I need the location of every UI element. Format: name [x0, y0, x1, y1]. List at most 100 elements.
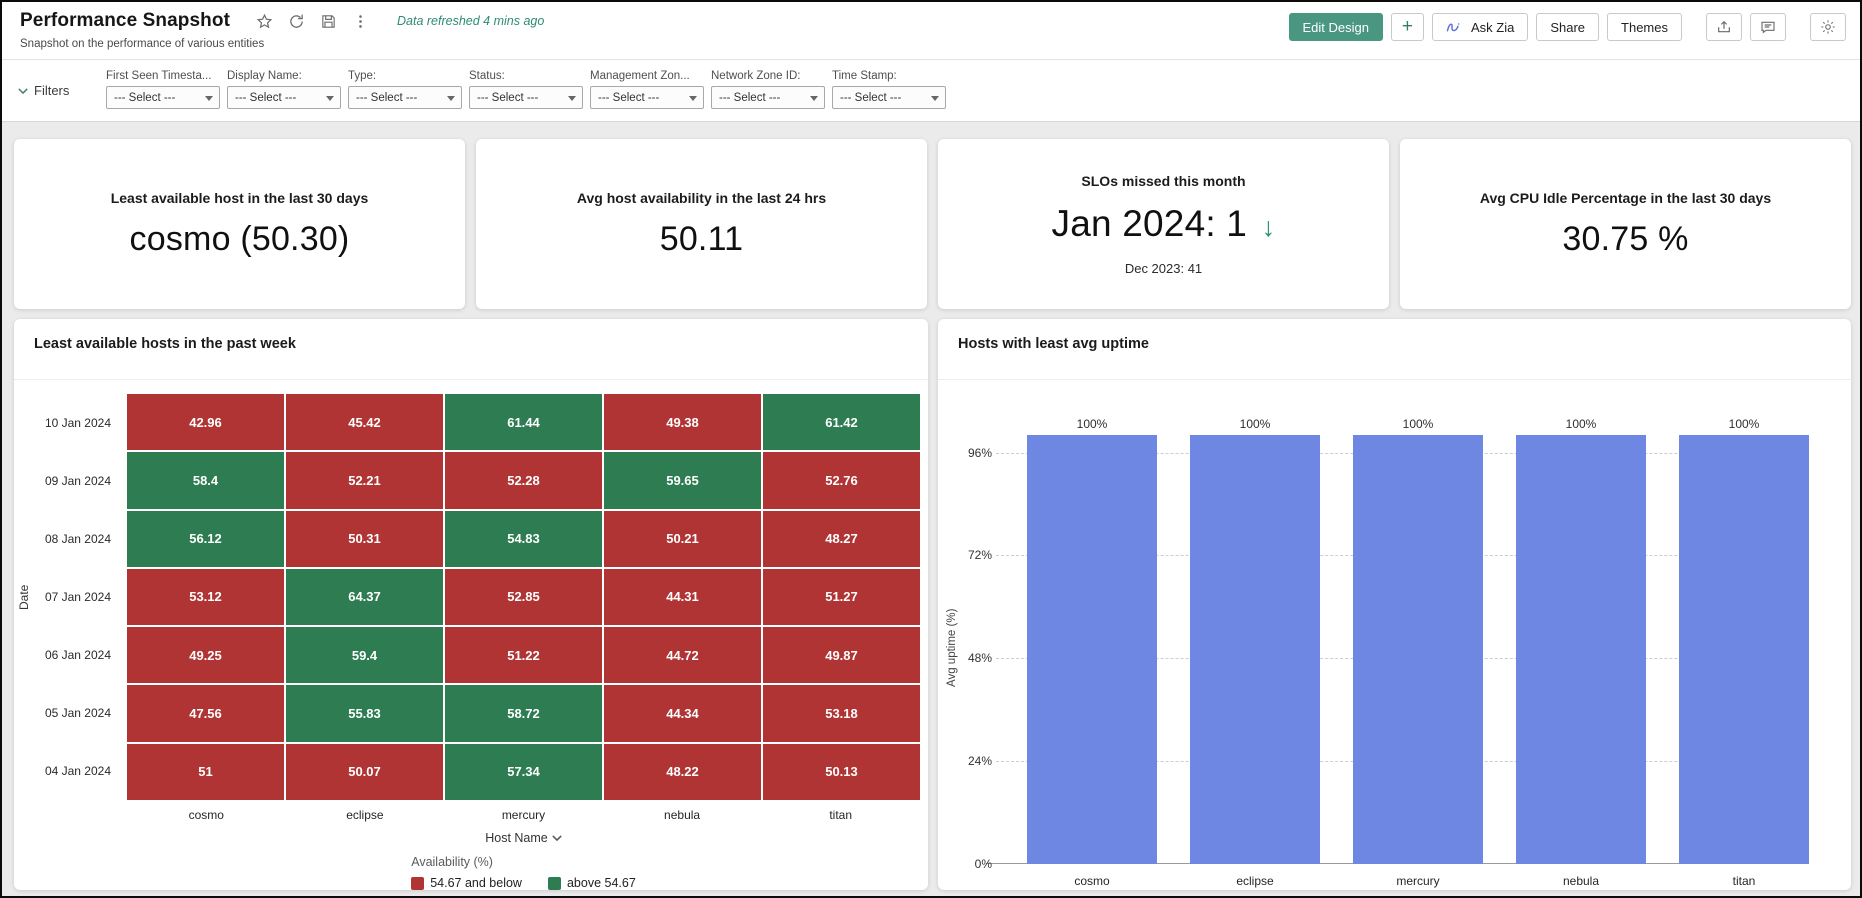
filter-label: Network Zone ID:	[711, 70, 801, 82]
heatmap-row-label: 05 Jan 2024	[44, 706, 111, 720]
heatmap-row-label: 07 Jan 2024	[44, 590, 111, 604]
bar-mercury[interactable]	[1353, 435, 1483, 864]
heatmap-row-label: 04 Jan 2024	[44, 764, 111, 778]
heatmap-cell[interactable]: 55.83	[286, 685, 443, 742]
heatmap-cell[interactable]: 49.38	[604, 394, 761, 451]
heatmap-legend: Availability (%) 54.67 and below above 5…	[127, 855, 920, 890]
gear-icon[interactable]	[1810, 13, 1846, 41]
heatmap-cell[interactable]: 51.22	[445, 627, 602, 684]
refresh-status: Data refreshed 4 mins ago	[397, 14, 545, 28]
zia-icon	[1446, 19, 1464, 35]
heatmap-cell[interactable]: 50.13	[763, 743, 920, 800]
kpi-value: cosmo (50.30)	[129, 219, 350, 258]
heatmap-cell[interactable]: 44.31	[604, 568, 761, 626]
heatmap-cell[interactable]: 53.12	[127, 568, 284, 626]
heatmap-row-label: 10 Jan 2024	[44, 416, 111, 430]
heatmap-cell[interactable]: 59.4	[286, 627, 443, 684]
kpi-card-2: SLOs missed this month Jan 2024: 1 ↓ Dec 2…	[938, 139, 1389, 309]
y-axis-tick-label: 72%	[967, 548, 992, 563]
filter-select-0[interactable]: --- Select ---	[106, 86, 220, 109]
legend-item-high[interactable]: above 54.67	[547, 876, 636, 890]
heatmap-category-label: nebula	[664, 808, 701, 822]
save-icon[interactable]	[320, 13, 337, 30]
filter-select-5[interactable]: --- Select ---	[711, 86, 825, 109]
heatmap-cell[interactable]: 50.21	[604, 510, 761, 567]
heatmap-cell[interactable]: 58.4	[127, 452, 284, 509]
heatmap-cell[interactable]: 52.21	[286, 452, 443, 509]
filters-toggle[interactable]: Filters	[18, 83, 69, 98]
heatmap-category-label: titan	[829, 808, 853, 822]
y-axis-tick-label: 0%	[974, 857, 992, 871]
themes-button[interactable]: Themes	[1607, 13, 1682, 41]
heatmap-cell[interactable]: 45.42	[286, 394, 443, 451]
heatmap-cell[interactable]: 58.72	[445, 685, 602, 742]
header: Performance Snapshot Data refreshed 4 mi…	[2, 2, 1860, 60]
heatmap-cell[interactable]: 44.34	[604, 685, 761, 742]
heatmap-row-label: 06 Jan 2024	[44, 648, 111, 662]
filter-select-3[interactable]: --- Select ---	[469, 86, 583, 109]
filter-label: Status:	[469, 70, 505, 82]
add-button[interactable]: +	[1390, 13, 1424, 41]
kebab-menu-icon[interactable]	[352, 13, 369, 30]
heatmap-cell[interactable]: 51.27	[763, 568, 920, 626]
heatmap-cell[interactable]: 48.22	[604, 743, 761, 800]
kpi-title: SLOs missed this month	[1081, 172, 1246, 189]
filter-select-6[interactable]: --- Select ---	[832, 86, 946, 109]
kpi-title: Least available host in the last 30 days	[110, 189, 369, 206]
heatmap-cell[interactable]: 48.27	[763, 510, 920, 567]
comment-button[interactable]	[1750, 13, 1786, 41]
y-axis-tick-label: 96%	[967, 445, 992, 460]
bar-category-label: titan	[1732, 874, 1756, 888]
bar-cosmo[interactable]	[1027, 435, 1157, 864]
heatmap-cell[interactable]: 50.07	[286, 743, 443, 800]
bar-nebula[interactable]	[1516, 435, 1646, 864]
heatmap-cell[interactable]: 44.72	[604, 627, 761, 684]
heatmap-cell[interactable]: 52.28	[445, 452, 602, 509]
legend-title: Availability (%)	[411, 855, 493, 869]
ask-zia-button[interactable]: Ask Zia	[1431, 13, 1529, 41]
heatmap-cell[interactable]: 54.83	[445, 510, 602, 567]
legend-item-low[interactable]: 54.67 and below	[411, 876, 522, 890]
heatmap-cell[interactable]: 52.76	[763, 452, 920, 509]
heatmap-cell[interactable]: 56.12	[127, 510, 284, 567]
filter-select-2[interactable]: --- Select ---	[348, 86, 462, 109]
chevron-down-icon	[552, 835, 562, 842]
bar-titan[interactable]	[1679, 435, 1809, 864]
edit-design-button[interactable]: Edit Design	[1288, 13, 1383, 41]
kpi-title: Avg CPU Idle Percentage in the last 30 d…	[1479, 189, 1772, 206]
ask-zia-label: Ask Zia	[1470, 19, 1515, 35]
heatmap-cell[interactable]: 52.85	[445, 568, 602, 626]
export-button[interactable]	[1706, 13, 1742, 41]
kpi-value: Jan 2024: 1 ↓	[1051, 202, 1276, 244]
bar-eclipse[interactable]	[1190, 435, 1320, 864]
heatmap-cell[interactable]: 51	[127, 743, 284, 800]
filter-label: Management Zon...	[590, 70, 690, 82]
share-button[interactable]: Share	[1536, 13, 1600, 41]
heatmap-cell[interactable]: 61.42	[763, 394, 920, 451]
heatmap-cell[interactable]: 50.31	[286, 510, 443, 567]
heatmap-cell[interactable]: 59.65	[604, 452, 761, 509]
heatmap-cell[interactable]: 53.18	[763, 685, 920, 742]
heatmap-panel: Least available hosts in the past week D…	[14, 319, 928, 890]
heatmap-category-label: cosmo	[188, 808, 224, 822]
filter-select-1[interactable]: --- Select ---	[227, 86, 341, 109]
bar-value-label: 100%	[1402, 417, 1434, 432]
heatmap-cell[interactable]: 61.44	[445, 394, 602, 451]
kpi-subvalue: Dec 2023: 41	[1124, 260, 1203, 276]
kpi-value: 50.11	[659, 219, 744, 258]
star-icon[interactable]	[256, 13, 273, 30]
bar-category-label: nebula	[1562, 874, 1600, 888]
heatmap-cell[interactable]: 57.34	[445, 743, 602, 800]
heatmap-cell[interactable]: 49.25	[127, 627, 284, 684]
heatmap-cell[interactable]: 64.37	[286, 568, 443, 626]
refresh-icon[interactable]	[288, 13, 305, 30]
heatmap-cell[interactable]: 49.87	[763, 627, 920, 684]
filter-label: Display Name:	[227, 70, 302, 82]
heatmap-x-axis-label[interactable]: Host Name	[127, 831, 920, 845]
bar-y-axis-label: Avg uptime (%)	[946, 608, 958, 688]
heatmap-cell[interactable]: 42.96	[127, 394, 284, 451]
heatmap-cell[interactable]: 47.56	[127, 685, 284, 742]
filter-select-4[interactable]: --- Select ---	[590, 86, 704, 109]
filter-group-2: Type: --- Select ---	[348, 70, 462, 109]
select-arrow-icon	[326, 96, 334, 101]
